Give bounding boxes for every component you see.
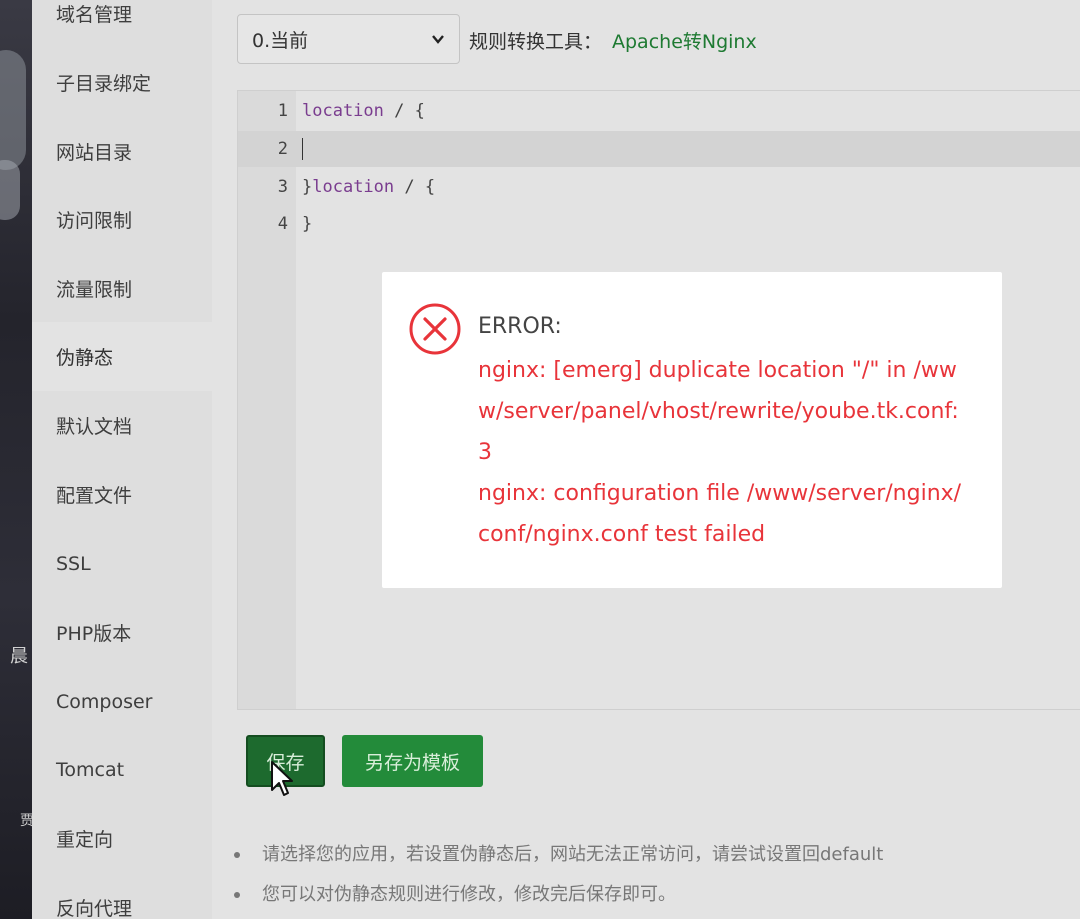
sidebar-item-label: 配置文件 <box>56 485 133 507</box>
active-line-highlight <box>238 131 1080 167</box>
tip-item: 您可以对伪静态规则进行修改，修改完后保存即可。 <box>234 880 676 906</box>
tip-item: 请选择您的应用，若设置伪静态后，网站无法正常访问，请尝试设置回default <box>234 840 883 866</box>
sidebar-item-access-limit[interactable]: 访问限制 <box>32 185 212 254</box>
sidebar-item-label: 默认文档 <box>56 416 133 438</box>
sidebar-item-label: 伪静态 <box>56 347 114 369</box>
tip-text: 请选择您的应用，若设置伪静态后，网站无法正常访问，请尝试设置回default <box>262 844 884 865</box>
bullet-icon <box>234 892 240 898</box>
sidebar-item-default-document[interactable]: 默认文档 <box>32 391 212 460</box>
background-figure <box>0 50 26 170</box>
sidebar-item-label: 子目录绑定 <box>56 73 152 95</box>
error-message-line: nginx: [emerg] duplicate location "/" in… <box>478 358 959 465</box>
sidebar-item-label: Tomcat <box>56 758 125 781</box>
sidebar-item-config-file[interactable]: 配置文件 <box>32 460 212 529</box>
sidebar-item-label: 流量限制 <box>56 279 133 301</box>
converter-label: 规则转换工具： <box>469 31 603 53</box>
save-as-template-button[interactable]: 另存为模板 <box>342 735 483 787</box>
sidebar-item-site-directory[interactable]: 网站目录 <box>32 117 212 186</box>
code-text: / { <box>394 177 436 197</box>
chevron-down-icon <box>432 35 444 44</box>
sidebar-item-label: 重定向 <box>56 829 114 851</box>
sidebar-item-label: 反向代理 <box>56 898 133 919</box>
sidebar-item-rewrite[interactable]: 伪静态 <box>32 322 212 391</box>
error-dialog: ERROR: nginx: [emerg] duplicate location… <box>382 272 1002 588</box>
apache-to-nginx-link[interactable]: Apache转Nginx <box>612 27 757 54</box>
error-title: ERROR: <box>478 314 562 339</box>
code-text: / { <box>383 101 425 121</box>
code-text: } <box>302 214 313 234</box>
line-number: 2 <box>277 139 288 159</box>
sidebar-item-label: 网站目录 <box>56 142 133 164</box>
error-message: nginx: [emerg] duplicate location "/" in… <box>478 350 968 555</box>
sidebar-item-reverse-proxy[interactable]: 反向代理 <box>32 873 212 919</box>
sidebar-item-label: Composer <box>56 690 153 713</box>
sidebar-item-label: 域名管理 <box>56 4 133 26</box>
sidebar-item-composer[interactable]: Composer <box>32 667 212 736</box>
tip-text: 您可以对伪静态规则进行修改，修改完后保存即可。 <box>262 884 676 905</box>
sidebar-item-tomcat[interactable]: Tomcat <box>32 735 212 804</box>
line-number: 3 <box>277 177 288 197</box>
error-message-line: nginx: configuration file /www/server/ng… <box>478 481 962 547</box>
line-number: 4 <box>277 214 288 234</box>
code-line: }location / { <box>302 177 435 197</box>
rewrite-rule-select[interactable]: 0.当前 <box>237 14 460 64</box>
error-circle-icon <box>409 303 461 355</box>
sidebar-item-php-version[interactable]: PHP版本 <box>32 598 212 667</box>
sidebar-item-domain[interactable]: 域名管理 <box>32 0 212 48</box>
background-figure-highlight <box>0 160 20 220</box>
sidebar-item-label: 访问限制 <box>56 210 133 232</box>
mouse-pointer-icon <box>271 761 293 796</box>
code-text: } <box>302 177 313 197</box>
text-cursor <box>302 138 303 160</box>
sidebar-item-label: PHP版本 <box>56 623 132 645</box>
background-strip: 晨 贾 <box>0 0 34 919</box>
bullet-icon <box>234 852 240 858</box>
code-line: location / { <box>302 101 425 121</box>
sidebar-item-label: SSL <box>56 552 91 575</box>
line-number: 1 <box>277 101 288 121</box>
settings-sidebar: 域名管理 子目录绑定 网站目录 访问限制 流量限制 伪静态 默认文档 配置文件 … <box>32 0 212 919</box>
select-value: 0.当前 <box>252 29 309 52</box>
code-keyword: location <box>302 101 384 121</box>
sidebar-item-subdirectory-binding[interactable]: 子目录绑定 <box>32 48 212 117</box>
background-glyph: 晨 <box>10 646 28 667</box>
code-keyword: location <box>312 177 395 197</box>
screen: 晨 贾 域名管理 子目录绑定 网站目录 访问限制 流量限制 伪静态 默认文档 配… <box>0 0 1080 919</box>
sidebar-item-traffic-limit[interactable]: 流量限制 <box>32 254 212 323</box>
sidebar-item-ssl[interactable]: SSL <box>32 529 212 598</box>
code-line: } <box>302 214 312 234</box>
sidebar-item-redirect[interactable]: 重定向 <box>32 804 212 873</box>
